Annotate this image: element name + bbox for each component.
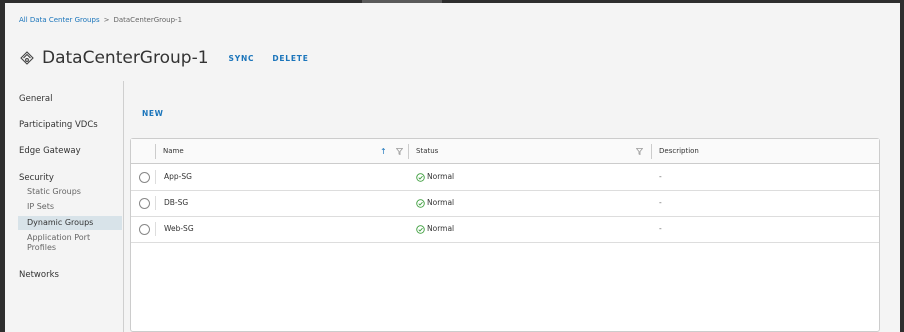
column-header-status-label: Status	[416, 147, 439, 155]
window-right-border	[900, 3, 904, 332]
cell-description: -	[659, 172, 662, 181]
filter-icon[interactable]	[396, 148, 403, 155]
column-header-name-label: Name	[163, 147, 184, 155]
new-button[interactable]: NEW	[142, 109, 163, 118]
status-text: Normal	[427, 224, 455, 233]
breadcrumb-parent-link[interactable]: All Data Center Groups	[19, 16, 100, 24]
column-header-description-label: Description	[659, 147, 699, 155]
cell-description: -	[659, 198, 662, 207]
page-title: DataCenterGroup-1	[42, 48, 209, 68]
cell-name: App-SG	[155, 170, 192, 184]
breadcrumb-current: DataCenterGroup-1	[113, 16, 183, 24]
cell-name: DB-SG	[155, 196, 188, 210]
sidebar-item-ip-sets[interactable]: IP Sets	[19, 202, 123, 212]
table-row[interactable]: App-SG Normal -	[131, 164, 879, 191]
cell-status: Normal	[416, 164, 454, 190]
sidebar-item-application-port-profiles[interactable]: Application Port Profiles	[19, 233, 123, 253]
dynamic-groups-grid: Name ↑ Status Description App-SG Normal …	[130, 138, 880, 332]
sidebar-item-edge-gateway[interactable]: Edge Gateway	[19, 146, 81, 156]
sidebar-item-security[interactable]: Security	[19, 173, 54, 183]
status-text: Normal	[427, 198, 455, 207]
breadcrumb: All Data Center Groups > DataCenterGroup-1	[19, 16, 182, 24]
delete-button[interactable]: DELETE	[272, 54, 308, 63]
row-select-radio[interactable]	[139, 172, 150, 183]
sidebar-nav: General Participating VDCs Edge Gateway …	[5, 81, 124, 332]
table-row[interactable]: DB-SG Normal -	[131, 190, 879, 217]
filter-icon[interactable]	[636, 148, 643, 155]
row-select-radio[interactable]	[139, 198, 150, 209]
sync-button[interactable]: SYNC	[229, 54, 255, 63]
sidebar-item-static-groups[interactable]: Static Groups	[19, 187, 123, 197]
cell-description: -	[659, 224, 662, 233]
sidebar-item-general[interactable]: General	[19, 94, 53, 104]
sidebar-item-label-line1: Application Port	[27, 233, 91, 242]
cell-name: Web-SG	[155, 222, 194, 236]
check-circle-icon	[416, 224, 425, 234]
sidebar-item-dynamic-groups[interactable]: Dynamic Groups	[18, 216, 122, 230]
status-text: Normal	[427, 172, 455, 181]
row-select-radio[interactable]	[139, 224, 150, 235]
sidebar-item-participating-vdcs[interactable]: Participating VDCs	[19, 120, 98, 130]
breadcrumb-separator: >	[103, 16, 110, 24]
table-row[interactable]: Web-SG Normal -	[131, 216, 879, 243]
cell-status: Normal	[416, 190, 454, 216]
column-header-name[interactable]: Name ↑	[155, 144, 417, 159]
column-header-description[interactable]: Description	[651, 144, 879, 159]
column-header-status[interactable]: Status	[408, 144, 651, 159]
sidebar-item-networks[interactable]: Networks	[19, 270, 59, 280]
sidebar-item-label-line2: Profiles	[27, 243, 57, 252]
datacenter-group-icon	[20, 51, 34, 65]
grid-header: Name ↑ Status Description	[131, 139, 879, 164]
cell-status: Normal	[416, 216, 454, 242]
check-circle-icon	[416, 172, 425, 182]
main-content: All Data Center Groups > DataCenterGroup-1…	[5, 3, 900, 332]
title-row: DataCenterGroup-1 SYNC DELETE	[18, 48, 321, 68]
sort-ascending-icon[interactable]: ↑	[380, 144, 387, 159]
check-circle-icon	[416, 198, 425, 208]
